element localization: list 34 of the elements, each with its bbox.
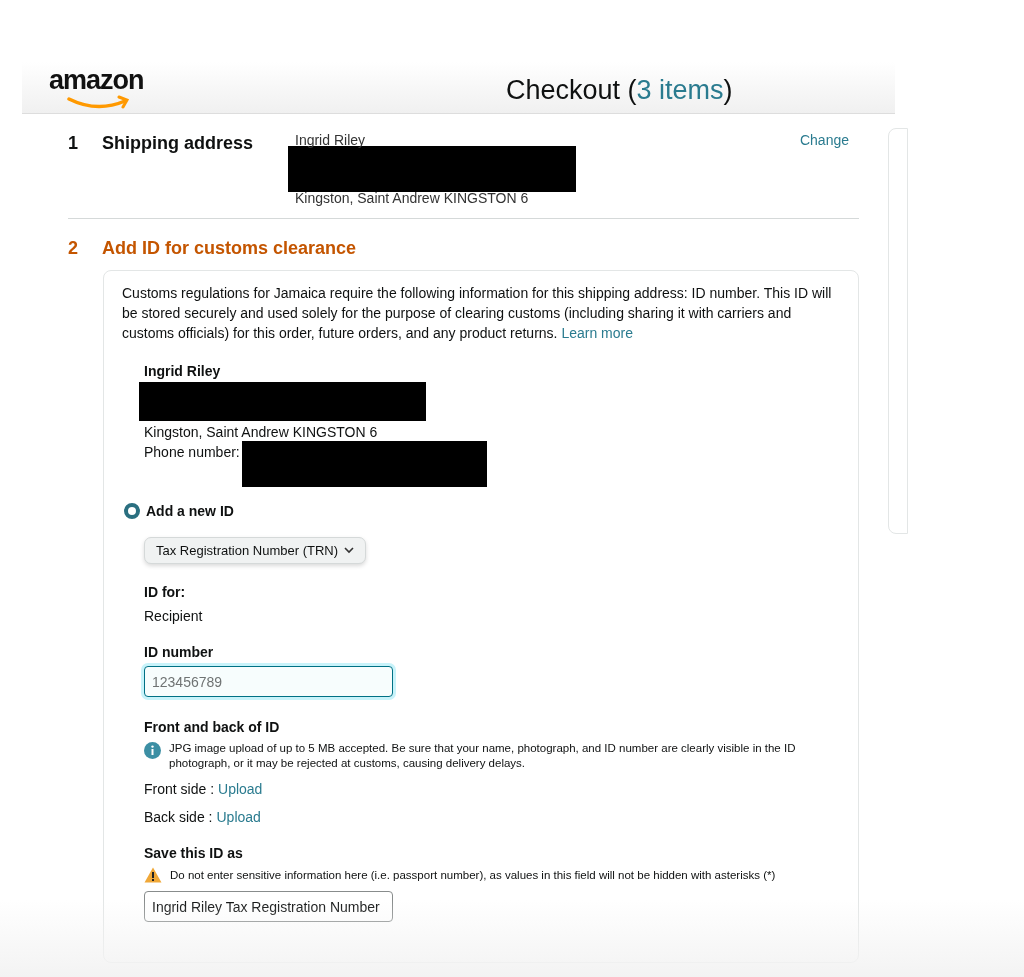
recipient-name: Ingrid Riley xyxy=(144,362,222,381)
warning-text: Do not enter sensitive information here (i.e. passport number), as values in this field will not be hidden with asterisks (*) xyxy=(170,868,776,883)
radio-button[interactable] xyxy=(124,503,140,519)
upload-label: Back side : xyxy=(144,808,213,827)
address-line: Ingrid Riley xyxy=(295,131,367,150)
change-link[interactable]: Change xyxy=(799,130,849,151)
address-line: Kingston, Saint Andrew KINGSTON 6 xyxy=(144,423,379,442)
field-label: ID number xyxy=(144,643,215,662)
field-label: ID for: xyxy=(144,583,187,602)
logo-wordmark: amazon xyxy=(49,68,144,93)
info-paragraph: Customs regulations for Jamaica require the following information for this shipping address: ID number. This ID will be stored securely and used solely for the purpose of clearing customs (including sharing it with carriers and customs officials) for this order, future orders, and any product returns. Learn more xyxy=(122,284,833,343)
warning-icon xyxy=(144,867,162,883)
field-label: Front and back of ID xyxy=(144,718,281,737)
caret-icon xyxy=(344,547,355,554)
phone-label: Phone number: xyxy=(144,443,240,462)
step-number: 2 xyxy=(68,237,79,260)
id-name-field[interactable]: Ingrid Riley Tax Registration Number xyxy=(144,891,393,922)
id-number-field[interactable]: 123456789 xyxy=(144,666,393,697)
field-label: Save this ID as xyxy=(144,844,244,863)
page-title: Checkout (3 items) xyxy=(506,74,733,107)
id-type-dropdown[interactable]: Tax Registration Number (TRN) xyxy=(144,537,367,564)
learn-more-link[interactable]: Learn more xyxy=(561,325,633,341)
info-icon xyxy=(144,742,161,759)
upload-label: Front side : xyxy=(144,780,215,799)
field-value: Recipient xyxy=(144,607,204,626)
upload-link[interactable]: Upload xyxy=(216,807,261,827)
section-title: Add ID for customs clearance xyxy=(102,237,357,260)
smile-arrow-icon xyxy=(67,95,129,109)
section-title: Shipping address xyxy=(102,132,254,155)
step-number: 1 xyxy=(68,132,79,155)
radio-option[interactable]: Add a new ID xyxy=(124,501,840,521)
upload-link[interactable]: Upload xyxy=(218,779,263,799)
address-line: Kingston, Saint Andrew KINGSTON 6 xyxy=(295,189,530,208)
help-text: JPG image upload of up to 5 MB accepted. Be sure that your name, photograph, and ID number are clearly visible in the ID photograph, or it may be rejected at customs, causing delivery delays. xyxy=(169,741,797,771)
